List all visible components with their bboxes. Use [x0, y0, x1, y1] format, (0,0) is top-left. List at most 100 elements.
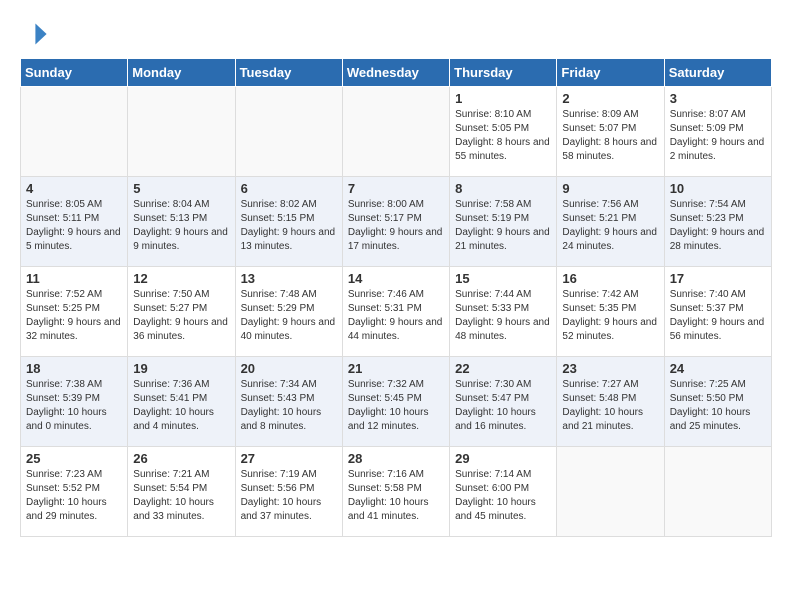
- day-number: 18: [26, 361, 122, 376]
- day-info: Sunrise: 7:34 AM Sunset: 5:43 PM Dayligh…: [241, 378, 337, 434]
- day-info: Sunrise: 7:19 AM Sunset: 5:56 PM Dayligh…: [241, 468, 337, 524]
- calendar-cell: 18 Sunrise: 7:38 AM Sunset: 5:39 PM Dayli…: [21, 357, 128, 447]
- day-number: 6: [241, 181, 337, 196]
- day-number: 29: [455, 451, 551, 466]
- calendar-week-1: 4 Sunrise: 8:05 AM Sunset: 5:11 PM Daylig…: [21, 177, 772, 267]
- day-header-saturday: Saturday: [664, 59, 771, 87]
- calendar-cell: 9 Sunrise: 7:56 AM Sunset: 5:21 PM Daylig…: [557, 177, 664, 267]
- day-number: 13: [241, 271, 337, 286]
- day-info: Sunrise: 8:10 AM Sunset: 5:05 PM Dayligh…: [455, 108, 551, 164]
- calendar-cell: [128, 87, 235, 177]
- day-header-sunday: Sunday: [21, 59, 128, 87]
- day-info: Sunrise: 7:23 AM Sunset: 5:52 PM Dayligh…: [26, 468, 122, 524]
- day-number: 12: [133, 271, 229, 286]
- calendar-cell: 4 Sunrise: 8:05 AM Sunset: 5:11 PM Daylig…: [21, 177, 128, 267]
- calendar-cell: [235, 87, 342, 177]
- page-header: [20, 20, 772, 48]
- day-header-friday: Friday: [557, 59, 664, 87]
- calendar-cell: [342, 87, 449, 177]
- day-number: 28: [348, 451, 444, 466]
- calendar-cell: 29 Sunrise: 7:14 AM Sunset: 6:00 PM Dayli…: [450, 447, 557, 537]
- day-header-wednesday: Wednesday: [342, 59, 449, 87]
- day-header-monday: Monday: [128, 59, 235, 87]
- day-info: Sunrise: 8:05 AM Sunset: 5:11 PM Dayligh…: [26, 198, 122, 254]
- day-info: Sunrise: 7:44 AM Sunset: 5:33 PM Dayligh…: [455, 288, 551, 344]
- calendar-cell: 3 Sunrise: 8:07 AM Sunset: 5:09 PM Daylig…: [664, 87, 771, 177]
- calendar-cell: 20 Sunrise: 7:34 AM Sunset: 5:43 PM Dayli…: [235, 357, 342, 447]
- day-number: 19: [133, 361, 229, 376]
- day-number: 7: [348, 181, 444, 196]
- calendar-cell: 25 Sunrise: 7:23 AM Sunset: 5:52 PM Dayli…: [21, 447, 128, 537]
- calendar-cell: 7Sunrise: 8:00 AM Sunset: 5:17 PM Daylig…: [342, 177, 449, 267]
- day-number: 27: [241, 451, 337, 466]
- day-info: Sunrise: 7:36 AM Sunset: 5:41 PM Dayligh…: [133, 378, 229, 434]
- day-number: 11: [26, 271, 122, 286]
- day-number: 23: [562, 361, 658, 376]
- day-number: 21: [348, 361, 444, 376]
- day-number: 5: [133, 181, 229, 196]
- day-info: Sunrise: 7:48 AM Sunset: 5:29 PM Dayligh…: [241, 288, 337, 344]
- day-number: 20: [241, 361, 337, 376]
- day-info: Sunrise: 7:46 AM Sunset: 5:31 PM Dayligh…: [348, 288, 444, 344]
- day-number: 14: [348, 271, 444, 286]
- day-header-tuesday: Tuesday: [235, 59, 342, 87]
- day-number: 16: [562, 271, 658, 286]
- day-info: Sunrise: 7:32 AM Sunset: 5:45 PM Dayligh…: [348, 378, 444, 434]
- day-number: 2: [562, 91, 658, 106]
- day-info: Sunrise: 7:40 AM Sunset: 5:37 PM Dayligh…: [670, 288, 766, 344]
- day-info: Sunrise: 8:07 AM Sunset: 5:09 PM Dayligh…: [670, 108, 766, 164]
- calendar-body: 1 Sunrise: 8:10 AM Sunset: 5:05 PM Daylig…: [21, 87, 772, 537]
- day-number: 17: [670, 271, 766, 286]
- calendar-cell: 1 Sunrise: 8:10 AM Sunset: 5:05 PM Daylig…: [450, 87, 557, 177]
- day-info: Sunrise: 8:02 AM Sunset: 5:15 PM Dayligh…: [241, 198, 337, 254]
- day-info: Sunrise: 7:56 AM Sunset: 5:21 PM Dayligh…: [562, 198, 658, 254]
- calendar-cell: 21 Sunrise: 7:32 AM Sunset: 5:45 PM Dayli…: [342, 357, 449, 447]
- day-header-thursday: Thursday: [450, 59, 557, 87]
- day-number: 25: [26, 451, 122, 466]
- calendar-week-0: 1 Sunrise: 8:10 AM Sunset: 5:05 PM Daylig…: [21, 87, 772, 177]
- day-info: Sunrise: 7:54 AM Sunset: 5:23 PM Dayligh…: [670, 198, 766, 254]
- day-info: Sunrise: 8:04 AM Sunset: 5:13 PM Dayligh…: [133, 198, 229, 254]
- day-info: Sunrise: 7:27 AM Sunset: 5:48 PM Dayligh…: [562, 378, 658, 434]
- calendar-cell: 17 Sunrise: 7:40 AM Sunset: 5:37 PM Dayli…: [664, 267, 771, 357]
- day-number: 10: [670, 181, 766, 196]
- calendar-cell: 28 Sunrise: 7:16 AM Sunset: 5:58 PM Dayli…: [342, 447, 449, 537]
- calendar-cell: [21, 87, 128, 177]
- calendar-cell: [664, 447, 771, 537]
- day-number: 9: [562, 181, 658, 196]
- day-number: 15: [455, 271, 551, 286]
- day-number: 24: [670, 361, 766, 376]
- day-info: Sunrise: 7:16 AM Sunset: 5:58 PM Dayligh…: [348, 468, 444, 524]
- calendar-week-3: 18 Sunrise: 7:38 AM Sunset: 5:39 PM Dayli…: [21, 357, 772, 447]
- calendar-cell: 2 Sunrise: 8:09 AM Sunset: 5:07 PM Daylig…: [557, 87, 664, 177]
- calendar-cell: 15 Sunrise: 7:44 AM Sunset: 5:33 PM Dayli…: [450, 267, 557, 357]
- day-info: Sunrise: 7:38 AM Sunset: 5:39 PM Dayligh…: [26, 378, 122, 434]
- day-info: Sunrise: 8:09 AM Sunset: 5:07 PM Dayligh…: [562, 108, 658, 164]
- calendar-cell: 22 Sunrise: 7:30 AM Sunset: 5:47 PM Dayli…: [450, 357, 557, 447]
- calendar-cell: 10 Sunrise: 7:54 AM Sunset: 5:23 PM Dayli…: [664, 177, 771, 267]
- day-info: Sunrise: 7:21 AM Sunset: 5:54 PM Dayligh…: [133, 468, 229, 524]
- calendar-cell: 11 Sunrise: 7:52 AM Sunset: 5:25 PM Dayli…: [21, 267, 128, 357]
- calendar-cell: 12 Sunrise: 7:50 AM Sunset: 5:27 PM Dayli…: [128, 267, 235, 357]
- day-info: Sunrise: 7:52 AM Sunset: 5:25 PM Dayligh…: [26, 288, 122, 344]
- day-info: Sunrise: 7:14 AM Sunset: 6:00 PM Dayligh…: [455, 468, 551, 524]
- day-number: 22: [455, 361, 551, 376]
- day-info: Sunrise: 7:30 AM Sunset: 5:47 PM Dayligh…: [455, 378, 551, 434]
- day-info: Sunrise: 7:50 AM Sunset: 5:27 PM Dayligh…: [133, 288, 229, 344]
- day-number: 8: [455, 181, 551, 196]
- day-info: Sunrise: 7:25 AM Sunset: 5:50 PM Dayligh…: [670, 378, 766, 434]
- day-number: 26: [133, 451, 229, 466]
- calendar-cell: 27 Sunrise: 7:19 AM Sunset: 5:56 PM Dayli…: [235, 447, 342, 537]
- day-number: 1: [455, 91, 551, 106]
- calendar-week-4: 25 Sunrise: 7:23 AM Sunset: 5:52 PM Dayli…: [21, 447, 772, 537]
- calendar-cell: 14 Sunrise: 7:46 AM Sunset: 5:31 PM Dayli…: [342, 267, 449, 357]
- calendar-cell: 16Sunrise: 7:42 AM Sunset: 5:35 PM Dayli…: [557, 267, 664, 357]
- logo-icon: [20, 20, 48, 48]
- day-number: 3: [670, 91, 766, 106]
- logo: [20, 20, 52, 48]
- calendar-cell: 23 Sunrise: 7:27 AM Sunset: 5:48 PM Dayli…: [557, 357, 664, 447]
- calendar-cell: 8Sunrise: 7:58 AM Sunset: 5:19 PM Daylig…: [450, 177, 557, 267]
- calendar-cell: 19 Sunrise: 7:36 AM Sunset: 5:41 PM Dayli…: [128, 357, 235, 447]
- calendar-cell: 5 Sunrise: 8:04 AM Sunset: 5:13 PM Daylig…: [128, 177, 235, 267]
- day-number: 4: [26, 181, 122, 196]
